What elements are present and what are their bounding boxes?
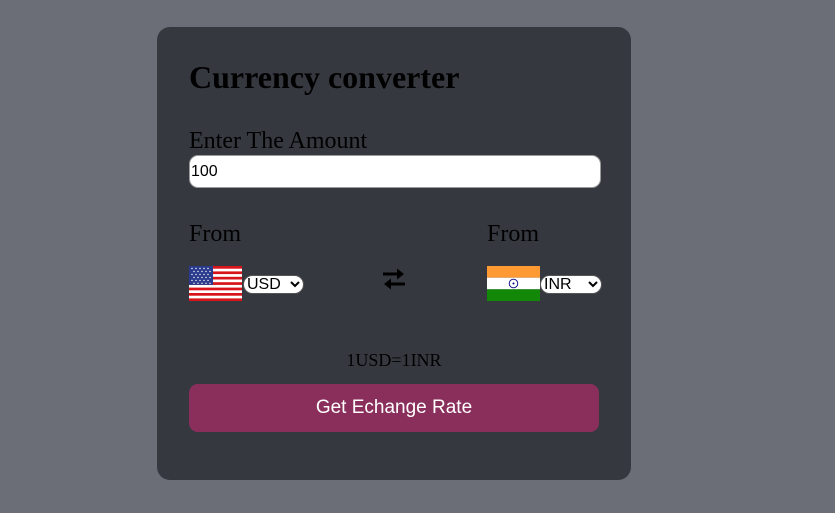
to-currency-value: INR bbox=[544, 275, 572, 293]
chevron-down-icon bbox=[588, 281, 598, 288]
us-flag-icon bbox=[189, 266, 242, 301]
from-label: From bbox=[189, 221, 242, 247]
converter-card: Currency converter Enter The Amount From… bbox=[157, 27, 631, 480]
chevron-down-icon bbox=[290, 281, 300, 288]
from-currency-select[interactable]: USD bbox=[243, 275, 304, 294]
from-currency-value: USD bbox=[247, 275, 281, 293]
swap-arrows-icon[interactable] bbox=[380, 265, 408, 293]
page-title: Currency converter bbox=[189, 59, 460, 95]
to-label: From bbox=[487, 221, 540, 247]
amount-input[interactable] bbox=[189, 155, 601, 188]
get-exchange-rate-button[interactable]: Get Echange Rate bbox=[189, 384, 599, 432]
amount-label: Enter The Amount bbox=[189, 128, 368, 154]
exchange-rate-text: 1USD=1INR bbox=[346, 350, 442, 370]
to-currency-select[interactable]: INR bbox=[540, 275, 602, 294]
india-flag-icon bbox=[487, 266, 540, 301]
